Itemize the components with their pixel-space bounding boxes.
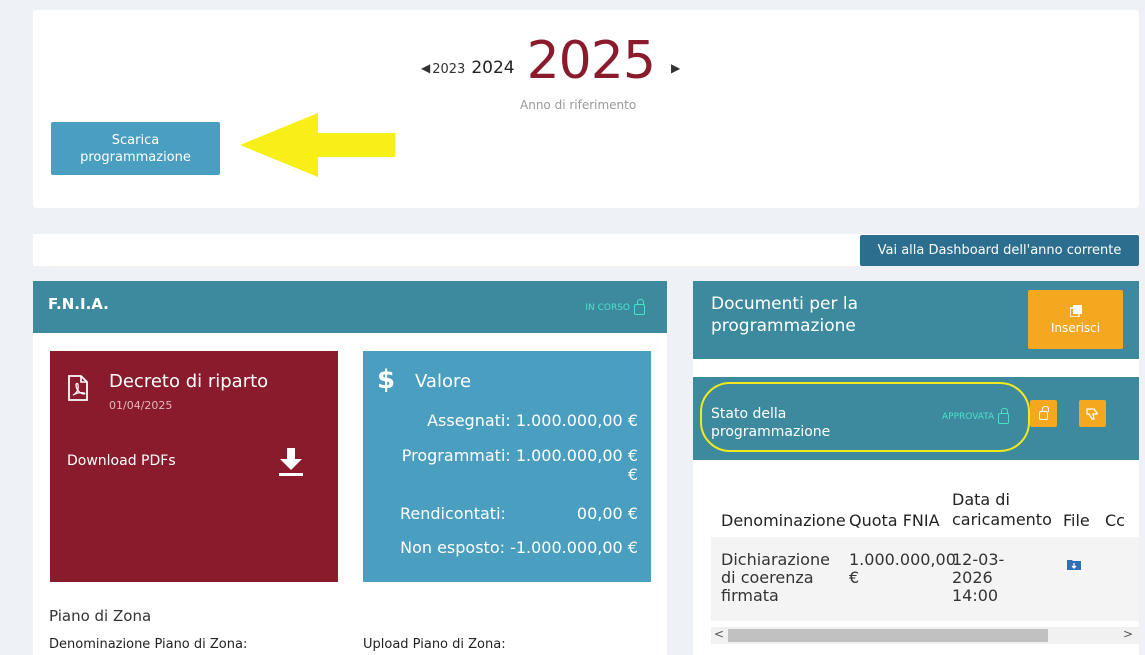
dollar-icon: $ [377, 365, 396, 395]
programmati-currency: € [627, 465, 638, 484]
previous-year-arrow-icon[interactable]: ◀ [421, 61, 430, 75]
non-esposto-value: Non esposto: -1.000.000,00 € [400, 538, 638, 557]
stato-programmazione-bar: Stato della programmazione APPROVATA [693, 377, 1139, 460]
programmati-block: Programmati: 1.000.000,00 € € [368, 446, 638, 484]
next-year-arrow-icon[interactable]: ▶ [671, 61, 680, 75]
year-2024-link[interactable]: 2024 [471, 58, 514, 78]
column-header-quota[interactable]: Quota FNIA [849, 511, 940, 530]
fnia-header: F.N.I.A. IN CORSO [33, 281, 667, 333]
scroll-left-arrow[interactable]: < [714, 627, 724, 641]
status-badge: IN CORSO [585, 299, 645, 315]
stato-status-label: APPROVATA [942, 412, 995, 422]
rendicontati-label: Rendicontati: [400, 504, 506, 523]
horizontal-scrollbar[interactable]: < > [711, 627, 1139, 644]
unlock-icon [634, 299, 645, 315]
stato-status-badge: APPROVATA [942, 408, 1010, 424]
valore-card: $ Valore Assegnati: 1.000.000,00 € Progr… [363, 351, 651, 582]
download-pdfs-label: Download PDFs [67, 453, 176, 469]
add-document-icon [1069, 304, 1082, 317]
row-denominazione: Dichiarazione di coerenza firmata [721, 550, 830, 605]
thumbs-down-icon [1086, 407, 1098, 420]
pdf-file-icon [68, 375, 88, 401]
file-download-icon[interactable] [1067, 558, 1081, 570]
lock-button[interactable] [1030, 400, 1057, 427]
reject-button[interactable] [1079, 400, 1106, 427]
piano-zona-title: Piano di Zona [49, 607, 152, 625]
current-year-dashboard-button[interactable]: Vai alla Dashboard dell'anno corrente [860, 235, 1139, 266]
lock-icon [1039, 405, 1049, 420]
column-header-denominazione[interactable]: Denominazione [721, 511, 846, 530]
column-header-data[interactable]: Data di caricamento [952, 490, 1052, 530]
download-programmazione-button[interactable]: Scarica programmazione [51, 122, 220, 175]
annotation-arrow-icon [240, 113, 395, 177]
decreto-card: Decreto di riparto 01/04/2025 Download P… [50, 351, 338, 582]
download-icon[interactable] [278, 447, 304, 477]
year-navigation: ◀ 2023 2024 2025 ▶ [421, 31, 680, 91]
fnia-panel: F.N.I.A. IN CORSO Decreto di riparto 01/… [33, 281, 667, 655]
programmati-value: Programmati: 1.000.000,00 € [401, 446, 638, 465]
download-button-line2: programmazione [80, 149, 191, 165]
year-2023-link[interactable]: 2023 [432, 62, 465, 77]
current-year: 2025 [526, 31, 656, 91]
insert-document-button[interactable]: Inserisci [1028, 290, 1123, 349]
insert-button-label: Inserisci [1050, 320, 1101, 335]
documents-title: Documenti per la programmazione [711, 294, 858, 336]
year-subtitle: Anno di riferimento [520, 98, 637, 112]
download-button-line1: Scarica [111, 132, 160, 148]
rendicontati-value: 00,00 € [576, 504, 638, 523]
row-data: 12-03-2026 14:00 [952, 550, 1005, 605]
documents-header: Documenti per la programmazione Inserisc… [693, 281, 1139, 359]
scroll-right-arrow[interactable]: > [1123, 627, 1133, 641]
rendicontati-row: Rendicontati: 00,00 € [400, 504, 638, 523]
column-header-file[interactable]: File [1063, 511, 1090, 530]
status-label: IN CORSO [585, 303, 630, 313]
decreto-date: 01/04/2025 [109, 399, 173, 412]
row-quota: 1.000.000,00 € [849, 550, 956, 587]
fnia-title: F.N.I.A. [48, 295, 109, 313]
valore-title: Valore [415, 371, 472, 392]
unlock-icon [998, 408, 1010, 424]
piano-zona-denominazione-label: Denominazione Piano di Zona: [49, 637, 248, 652]
scrollbar-thumb[interactable] [728, 629, 1048, 642]
column-header-cc[interactable]: Cc [1105, 511, 1125, 530]
decreto-title: Decreto di riparto [109, 371, 269, 392]
assegnati-value: Assegnati: 1.000.000,00 € [427, 411, 638, 430]
piano-zona-upload-label: Upload Piano di Zona: [363, 637, 506, 652]
documents-panel: Documenti per la programmazione Inserisc… [693, 281, 1139, 655]
stato-title: Stato della programmazione [711, 406, 831, 440]
